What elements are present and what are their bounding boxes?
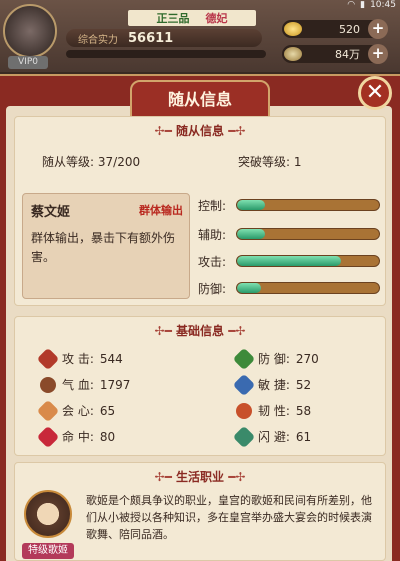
vip-badge[interactable]: VIP0: [8, 56, 48, 69]
ability-label: 控制:: [198, 198, 227, 213]
power-label: 综合实力: [78, 34, 118, 46]
ability-row: 辅助:: [198, 225, 380, 243]
attribute-value: 80: [99, 429, 116, 444]
ability-bar-track: [236, 199, 380, 211]
status-bar: ◠ ▮ 10:45: [347, 0, 396, 10]
health-icon: [40, 376, 56, 393]
breakthrough-value: 1: [293, 155, 302, 169]
ornament-right-icon: ━✢: [228, 324, 246, 338]
panel-title: 随从信息: [130, 80, 270, 120]
ability-label: 辅助:: [198, 227, 227, 242]
critical-icon: [36, 399, 60, 422]
battery-icon: ▮: [360, 0, 366, 10]
silver-coin-icon: [284, 47, 302, 61]
attribute-label: 气 血:: [62, 378, 94, 392]
attribute-label: 防 御:: [258, 352, 290, 366]
attribute-item: 敏 捷: 52: [232, 373, 312, 396]
basic-info-title: 基础信息: [175, 324, 224, 338]
power-bar: 综合实力 56611: [66, 29, 262, 47]
ability-bar-fill: [237, 283, 262, 293]
role-tag: 群体输出: [139, 204, 183, 217]
attribute-label: 闪 避:: [258, 430, 290, 444]
attribute-value: 544: [99, 351, 123, 366]
companion-level: 随从等级: 37/200: [42, 153, 140, 170]
player-avatar[interactable]: [3, 4, 57, 58]
top-hud: ◠ ▮ 10:45 VIP0 正三品 德妃 综合实力 56611 520 + 8…: [0, 0, 400, 72]
attribute-value: 65: [99, 403, 116, 418]
ornament-right-icon: ━✢: [228, 124, 246, 138]
rank-bar: 正三品 德妃: [128, 10, 256, 26]
close-button[interactable]: ✕: [358, 76, 392, 110]
breakthrough-label: 突破等级:: [238, 155, 291, 169]
companion-card: 蔡文姬 群体输出 群体输出，暴击下有额外伤害。: [22, 193, 190, 299]
attribute-value: 58: [295, 403, 312, 418]
status-time: 10:45: [370, 0, 396, 10]
ability-bar-fill: [237, 229, 266, 239]
attribute-label: 命 中:: [62, 430, 94, 444]
attribute-item: 会 心: 65: [36, 399, 116, 422]
rank-title: 德妃: [205, 12, 228, 25]
dodge-icon: [232, 425, 256, 448]
attribute-item: 气 血: 1797: [40, 376, 130, 393]
songstress-portrait[interactable]: [24, 490, 72, 538]
add-silver-button[interactable]: +: [368, 44, 388, 64]
attribute-item: 防 御: 270: [232, 347, 319, 370]
companion-name: 蔡文姬: [31, 205, 71, 220]
ability-bar-track: [236, 255, 380, 267]
ability-bar-track: [236, 282, 380, 294]
attribute-item: 命 中: 80: [36, 425, 116, 448]
level-value: 37/200: [97, 155, 141, 169]
life-profession-header: ✢━ 生活职业 ━✢: [15, 468, 385, 485]
attribute-value: 52: [295, 377, 312, 392]
companion-info-header: ✢━ 随从信息 ━✢: [15, 122, 385, 139]
toughness-icon: [236, 402, 252, 419]
companion-description: 群体输出，暴击下有额外伤害。: [31, 231, 176, 264]
defense-icon: [232, 347, 256, 370]
life-profession-title: 生活职业: [175, 470, 224, 484]
power-value: 56611: [128, 30, 174, 46]
profession-description: 歌姬是个颇具争议的职业，皇宫的歌姬和民间有所差别，他们从小被授以各种知识，多在皇…: [86, 494, 372, 541]
silver-counter: 84万 +: [282, 44, 388, 64]
ornament-left-icon: ✢━: [154, 324, 172, 338]
ability-label: 攻击:: [198, 254, 227, 269]
attribute-value: 61: [295, 429, 312, 444]
ornament-left-icon: ✢━: [154, 124, 172, 138]
gold-ingot-icon: [284, 22, 302, 36]
attribute-value: 270: [295, 351, 319, 366]
ability-row: 控制:: [198, 196, 380, 214]
ingot-counter: 520 +: [282, 19, 388, 39]
ornament-left-icon: ✢━: [154, 470, 172, 484]
wifi-icon: ◠: [347, 0, 356, 10]
accuracy-icon: [36, 425, 60, 448]
ornament-right-icon: ━✢: [228, 470, 246, 484]
exp-bar: [66, 50, 266, 58]
companion-info-title: 随从信息: [175, 124, 224, 138]
attribute-label: 敏 捷:: [258, 378, 290, 392]
ability-bar-fill: [237, 200, 266, 210]
ability-label: 防御:: [198, 281, 227, 296]
breakthrough-level: 突破等级: 1: [238, 153, 302, 170]
level-label: 随从等级:: [42, 155, 95, 169]
attribute-label: 韧 性:: [258, 404, 290, 418]
attribute-item: 韧 性: 58: [236, 402, 311, 419]
rank-label: 正三品: [156, 12, 190, 25]
attribute-label: 会 心:: [62, 404, 94, 418]
ability-bar-fill: [237, 256, 341, 266]
ability-row: 防御:: [198, 279, 380, 297]
ability-bar-track: [236, 228, 380, 240]
attribute-label: 攻 击:: [62, 352, 94, 366]
attack-icon: [36, 347, 60, 370]
attribute-item: 闪 避: 61: [232, 425, 312, 448]
ability-row: 攻击:: [198, 252, 380, 270]
add-ingot-button[interactable]: +: [368, 19, 388, 39]
agility-icon: [232, 373, 256, 396]
profession-badge: 特级歌姬: [22, 543, 74, 559]
attribute-item: 攻 击: 544: [36, 347, 123, 370]
attribute-value: 1797: [99, 377, 131, 392]
basic-info-header: ✢━ 基础信息 ━✢: [15, 322, 385, 339]
